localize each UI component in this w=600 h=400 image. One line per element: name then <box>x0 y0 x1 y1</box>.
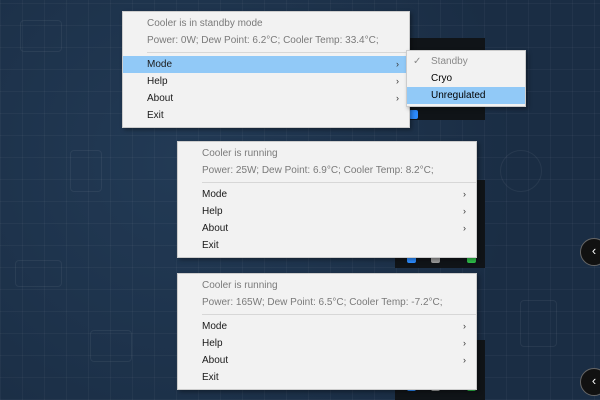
chevron-left-icon[interactable]: ‹ <box>580 368 600 396</box>
submenu-item-label: Cryo <box>431 73 453 84</box>
menu-item-label: About <box>202 355 229 366</box>
menu-item-help[interactable]: Help › <box>178 335 476 352</box>
menu-separator <box>202 314 476 315</box>
chevron-right-icon: › <box>396 76 399 86</box>
menu-item-mode[interactable]: Mode › <box>178 186 476 203</box>
menu-item-mode[interactable]: Mode › <box>178 318 476 335</box>
bluetooth-icon[interactable] <box>409 110 418 119</box>
context-menu-running-1: Cooler is running Power: 25W; Dew Point:… <box>177 141 477 258</box>
menu-item-label: About <box>202 223 229 234</box>
context-menu-standby: Cooler is in standby mode Power: 0W; Dew… <box>122 11 410 128</box>
menu-item-about[interactable]: About › <box>178 352 476 369</box>
chevron-right-icon: › <box>463 223 466 233</box>
chevron-left-icon[interactable]: ‹ <box>580 238 600 266</box>
wallpaper-disc-icon <box>500 150 542 192</box>
chevron-right-icon: › <box>463 321 466 331</box>
menu-separator <box>147 52 409 53</box>
menu-item-label: Exit <box>202 372 219 383</box>
chevron-right-icon: › <box>463 338 466 348</box>
menu-item-label: Mode <box>202 321 228 332</box>
chevron-right-icon: › <box>463 355 466 365</box>
menu-item-label: Help <box>202 206 223 217</box>
menu-item-mode[interactable]: Mode › <box>123 56 409 73</box>
submenu-item-unregulated[interactable]: Unregulated <box>407 87 525 104</box>
menu-item-help[interactable]: Help › <box>178 203 476 220</box>
menu-separator <box>202 182 476 183</box>
wallpaper-keyboard-icon <box>15 260 62 287</box>
checkmark-icon: ✓ <box>413 56 422 67</box>
menu-item-exit[interactable]: Exit <box>178 237 476 254</box>
menu-item-label: Help <box>147 76 168 87</box>
menu-item-about[interactable]: About › <box>123 90 409 107</box>
submenu-item-cryo[interactable]: Cryo <box>407 70 525 87</box>
stats-text: Power: 25W; Dew Point: 6.9°C; Cooler Tem… <box>202 165 434 176</box>
wallpaper-tower-icon <box>70 150 102 192</box>
wallpaper-monitor-icon <box>20 20 62 52</box>
menu-item-exit[interactable]: Exit <box>178 369 476 386</box>
menu-item-label: Exit <box>202 240 219 251</box>
chevron-right-icon: › <box>396 59 399 69</box>
wallpaper-tower-icon <box>520 300 557 347</box>
status-text: Cooler is in standby mode <box>147 18 263 29</box>
menu-item-label: About <box>147 93 174 104</box>
menu-item-label: Mode <box>147 59 173 70</box>
menu-item-label: Exit <box>147 110 164 121</box>
chevron-right-icon: › <box>463 206 466 216</box>
submenu-item-label: Standby <box>431 56 468 67</box>
chevron-right-icon: › <box>396 93 399 103</box>
stats-text: Power: 0W; Dew Point: 6.2°C; Cooler Temp… <box>147 35 379 46</box>
chevron-right-icon: › <box>463 189 466 199</box>
context-menu-running-2: Cooler is running Power: 165W; Dew Point… <box>177 273 477 390</box>
stats-text: Power: 165W; Dew Point: 6.5°C; Cooler Te… <box>202 297 443 308</box>
menu-item-exit[interactable]: Exit <box>123 107 409 124</box>
status-text: Cooler is running <box>202 280 278 291</box>
wallpaper-monitor-icon <box>90 330 132 362</box>
menu-item-label: Help <box>202 338 223 349</box>
menu-item-about[interactable]: About › <box>178 220 476 237</box>
menu-item-help[interactable]: Help › <box>123 73 409 90</box>
mode-submenu: ✓ Standby Cryo Unregulated <box>406 50 526 107</box>
menu-item-label: Mode <box>202 189 228 200</box>
submenu-item-label: Unregulated <box>431 90 486 101</box>
submenu-item-standby: ✓ Standby <box>407 53 525 70</box>
status-text: Cooler is running <box>202 148 278 159</box>
